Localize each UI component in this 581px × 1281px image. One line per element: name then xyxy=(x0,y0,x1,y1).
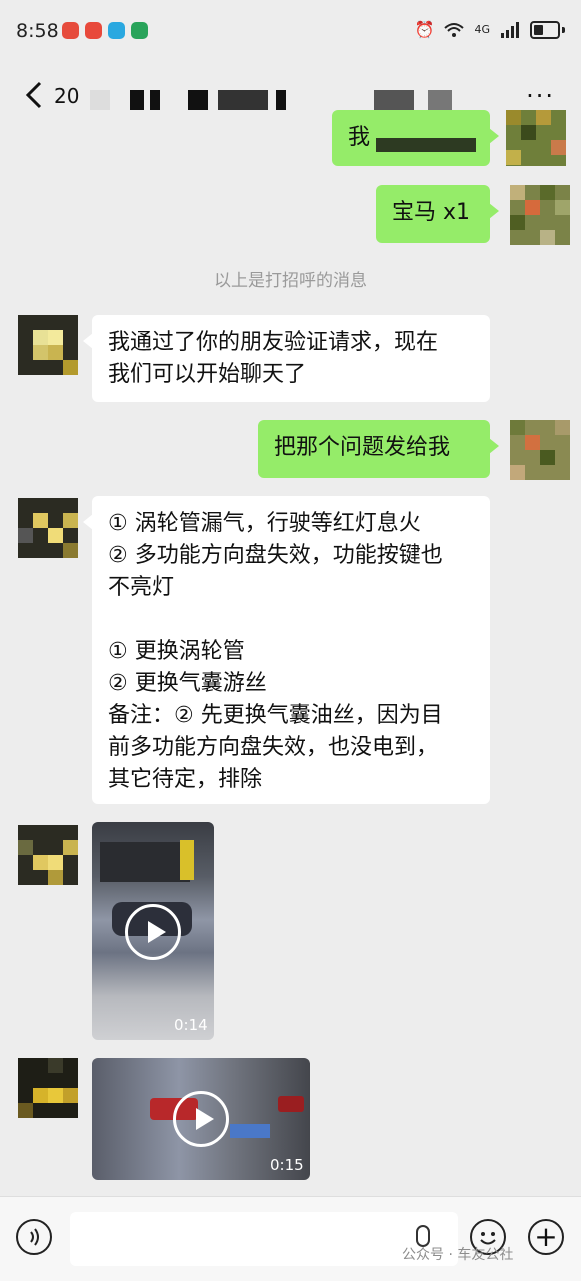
message-text: ② 多功能方向盘失效，功能按键也 xyxy=(108,543,443,568)
network-label: 4G xyxy=(474,23,490,36)
message-text: 宝马 x1 xyxy=(392,200,471,225)
system-notice: 以上是打招呼的消息 xyxy=(214,271,367,291)
message-bubble-sent[interactable]: 我 xyxy=(332,110,499,166)
avatar-contact[interactable] xyxy=(18,1058,78,1118)
message-text: 我通过了你的朋友验证请求，现在 xyxy=(108,330,439,355)
message-input[interactable] xyxy=(70,1212,458,1266)
voice-icon[interactable] xyxy=(16,1219,52,1255)
message-text: 备注：② 先更换气囊油丝，因为目 xyxy=(108,703,443,728)
message-text: 前多功能方向盘失效，也没电到， xyxy=(108,735,439,760)
input-bar: + xyxy=(0,1196,581,1281)
message-text: ① 更换涡轮管 xyxy=(108,639,245,664)
video-message[interactable]: 0:14 xyxy=(92,822,214,1040)
message-text: 我们可以开始聊天了 xyxy=(108,362,307,387)
signal-icon xyxy=(501,22,519,38)
status-bar: 8:58 ⏰ 4G xyxy=(0,0,581,62)
chat-header: 20 ··· xyxy=(0,62,581,128)
avatar-contact[interactable] xyxy=(18,498,78,558)
video-duration: 0:14 xyxy=(174,1016,208,1034)
message-text: 把那个问题发给我 xyxy=(274,435,451,460)
message-text: 不亮灯 xyxy=(108,575,175,600)
play-icon[interactable] xyxy=(173,1091,229,1147)
blurred-title xyxy=(90,90,110,110)
blurred-text xyxy=(376,138,476,152)
video-message[interactable]: 0:15 xyxy=(92,1058,310,1180)
status-time: 8:58 xyxy=(16,20,59,42)
avatar-self[interactable] xyxy=(510,420,570,480)
avatar-self[interactable] xyxy=(506,110,566,166)
app-notification-icon xyxy=(108,22,125,39)
message-text: 其它待定，排除 xyxy=(108,767,263,792)
license-plate xyxy=(230,1124,270,1138)
chat-title: 20 xyxy=(54,84,80,108)
watermark: 公众号 · 车友公社 xyxy=(402,1247,514,1263)
app-notification-icon xyxy=(85,22,102,39)
message-bubble-received[interactable]: ① 涡轮管漏气，行驶等红灯息火 ② 多功能方向盘失效，功能按键也 不亮灯 ① 更… xyxy=(83,496,490,804)
play-icon[interactable] xyxy=(125,904,181,960)
message-bubble-sent[interactable]: 把那个问题发给我 xyxy=(258,420,499,478)
engine-bay xyxy=(100,842,190,882)
alarm-icon: ⏰ xyxy=(414,20,435,39)
car-tail-light xyxy=(278,1096,304,1112)
yellow-part xyxy=(180,840,194,880)
wifi-icon xyxy=(444,23,465,37)
message-text: ② 更换气囊游丝 xyxy=(108,671,267,696)
message-text: ① 涡轮管漏气，行驶等红灯息火 xyxy=(108,511,421,536)
message-bubble-received[interactable]: 我通过了你的朋友验证请求，现在 我们可以开始聊天了 xyxy=(83,315,490,402)
more-options-icon[interactable]: ··· xyxy=(526,82,555,110)
app-notification-icon xyxy=(62,22,79,39)
message-bubble-sent[interactable]: 宝马 x1 xyxy=(376,185,499,243)
avatar-self[interactable] xyxy=(510,185,570,245)
battery-icon xyxy=(530,21,560,39)
chevron-left-icon[interactable] xyxy=(20,80,50,110)
video-duration: 0:15 xyxy=(270,1156,304,1174)
plus-icon[interactable]: + xyxy=(528,1219,564,1255)
avatar-contact[interactable] xyxy=(18,825,78,885)
avatar-contact[interactable] xyxy=(18,315,78,375)
app-notification-icon xyxy=(131,22,148,39)
